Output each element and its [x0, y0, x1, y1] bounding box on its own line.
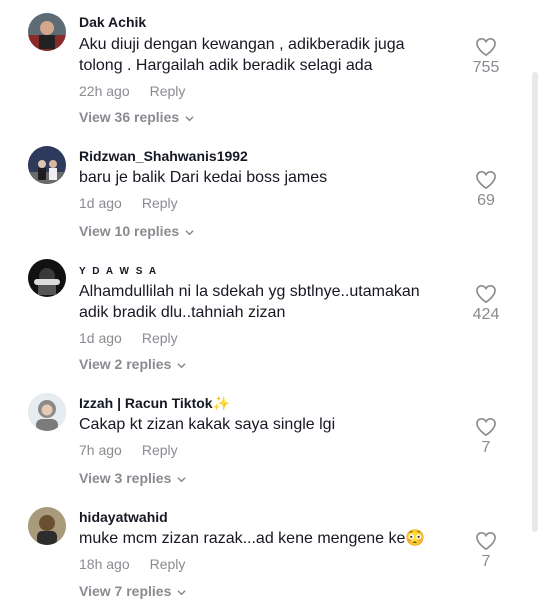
- comment-username[interactable]: Izzah | Racun Tiktok✨: [79, 395, 230, 412]
- view-replies-label: View 36 replies: [79, 109, 180, 125]
- comment-time: 22h ago: [79, 83, 130, 99]
- heart-outline-icon[interactable]: [475, 531, 497, 551]
- like-area: 424: [461, 284, 511, 324]
- like-count: 7: [481, 553, 491, 570]
- like-count: 424: [472, 306, 500, 323]
- reply-button[interactable]: Reply: [150, 556, 186, 572]
- avatar[interactable]: [28, 507, 66, 545]
- comment-username[interactable]: Ridzwan_Shahwanis1992: [79, 148, 248, 164]
- reply-button[interactable]: Reply: [150, 83, 186, 99]
- heart-outline-icon[interactable]: [475, 417, 497, 437]
- chevron-down-icon: [185, 229, 194, 236]
- comment-text: Alhamdullilah ni la sdekah yg sbtlnye..u…: [79, 283, 420, 321]
- view-replies-button[interactable]: View 36 replies: [79, 109, 194, 125]
- reply-button[interactable]: Reply: [142, 330, 178, 346]
- heart-outline-icon[interactable]: [475, 284, 497, 304]
- scrollbar[interactable]: [532, 72, 538, 532]
- chevron-down-icon: [185, 115, 194, 122]
- view-replies-button[interactable]: View 3 replies: [79, 470, 186, 486]
- comment-text: Cakap kt zizan kakak saya single lgi: [79, 416, 336, 433]
- comment-meta: 1d ago Reply: [79, 330, 178, 346]
- comment-time: 1d ago: [79, 195, 122, 211]
- view-replies-button[interactable]: View 10 replies: [79, 223, 194, 239]
- like-count: 69: [477, 192, 495, 209]
- view-replies-label: View 2 replies: [79, 356, 172, 372]
- comment-meta: 18h ago Reply: [79, 556, 185, 572]
- chevron-down-icon: [177, 476, 186, 483]
- reply-button[interactable]: Reply: [142, 195, 178, 211]
- avatar[interactable]: [28, 259, 66, 297]
- comment-meta: 22h ago Reply: [79, 83, 185, 99]
- avatar[interactable]: [28, 146, 66, 184]
- comment-text: baru je balik Dari kedai boss james: [79, 169, 328, 186]
- view-replies-label: View 3 replies: [79, 470, 172, 486]
- comment-meta: 1d ago Reply: [79, 195, 178, 211]
- chevron-down-icon: [177, 362, 186, 369]
- comment-username[interactable]: Y D A W S A: [79, 266, 158, 277]
- avatar[interactable]: [28, 393, 66, 431]
- comment-username[interactable]: hidayatwahid: [79, 509, 168, 525]
- chevron-down-icon: [177, 589, 186, 596]
- like-area: 755: [461, 37, 511, 77]
- like-area: 7: [461, 531, 511, 571]
- comment-username[interactable]: Dak Achik: [79, 14, 146, 30]
- like-count: 7: [481, 439, 491, 456]
- like-area: 7: [461, 417, 511, 457]
- comment-time: 7h ago: [79, 442, 122, 458]
- comment-time: 1d ago: [79, 330, 122, 346]
- heart-outline-icon[interactable]: [475, 170, 497, 190]
- like-count: 755: [472, 59, 500, 76]
- comment-meta: 7h ago Reply: [79, 442, 178, 458]
- view-replies-button[interactable]: View 2 replies: [79, 356, 186, 372]
- like-area: 69: [461, 170, 511, 210]
- comment-text: Aku diuji dengan kewangan , adikberadik …: [79, 36, 405, 74]
- comment-text: muke mcm zizan razak...ad kene mengene k…: [79, 530, 426, 547]
- reply-button[interactable]: Reply: [142, 442, 178, 458]
- avatar[interactable]: [28, 13, 66, 51]
- view-replies-label: View 10 replies: [79, 223, 180, 239]
- heart-outline-icon[interactable]: [475, 37, 497, 57]
- comment-time: 18h ago: [79, 556, 130, 572]
